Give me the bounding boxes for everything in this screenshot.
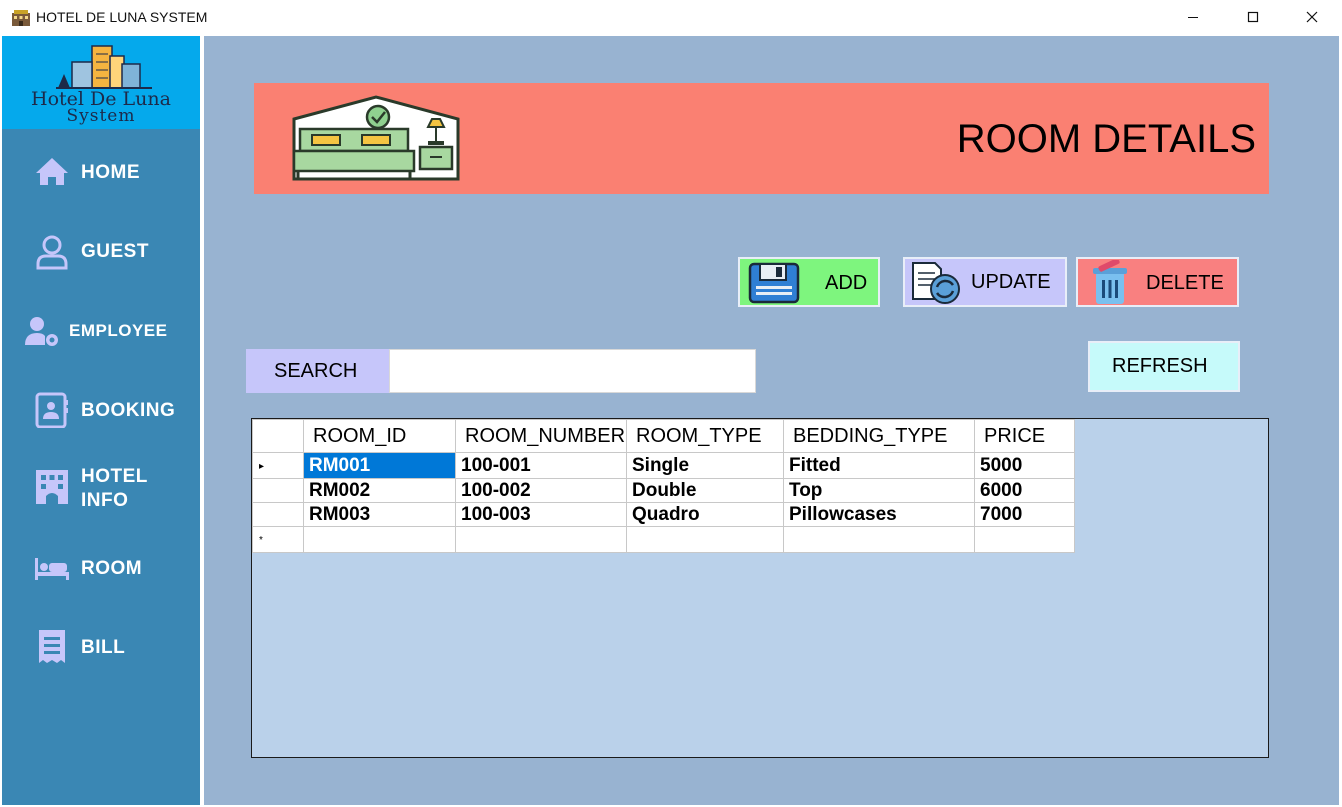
column-header[interactable]: BEDDING_TYPE — [783, 419, 975, 453]
row-header[interactable] — [252, 478, 304, 503]
app-window: HOTEL DE LUNA SYSTEM Hotel De Luna Syste… — [0, 0, 1342, 807]
table-row[interactable]: ▸ RM001 100-001 Single Fitted 5000 — [252, 452, 1075, 479]
hotel-app-icon — [12, 10, 30, 26]
column-header[interactable]: ROOM_TYPE — [626, 419, 784, 453]
refresh-button-label: REFRESH — [1112, 355, 1208, 377]
refresh-button[interactable]: REFRESH — [1088, 341, 1240, 392]
sidebar-item-label: GUEST — [81, 241, 149, 262]
minimize-button[interactable] — [1170, 0, 1216, 34]
main-content: ROOM DETAILS ADD UPDATE DELETE SEARCH RE… — [204, 36, 1339, 805]
sidebar-item-home[interactable]: HOME — [2, 143, 200, 203]
sidebar-item-bill[interactable]: BILL — [2, 616, 200, 676]
title-bar: HOTEL DE LUNA SYSTEM — [0, 0, 1342, 36]
hotel-room-icon — [292, 95, 460, 181]
sidebar-item-room[interactable]: ROOM — [2, 538, 200, 598]
home-icon — [36, 158, 68, 185]
delete-button[interactable]: DELETE — [1076, 257, 1239, 307]
sidebar: Hotel De Luna System HOME GUEST EMPLOYEE… — [2, 36, 200, 805]
row-header[interactable]: * — [252, 526, 304, 553]
maximize-button[interactable] — [1230, 0, 1276, 34]
table-cell[interactable] — [783, 526, 975, 553]
row-header-corner — [252, 419, 304, 453]
table-cell[interactable]: 6000 — [974, 478, 1075, 503]
table-cell[interactable]: 100-001 — [455, 452, 627, 479]
table-row[interactable]: RM003 100-003 Quadro Pillowcases 7000 — [252, 502, 1075, 527]
table-cell[interactable] — [974, 526, 1075, 553]
column-header[interactable]: ROOM_NUMBER — [455, 419, 627, 453]
receipt-icon — [39, 630, 65, 663]
table-cell[interactable] — [303, 526, 456, 553]
minimize-icon — [1188, 17, 1198, 18]
sidebar-item-label-line2: INFO — [81, 490, 129, 511]
search-label: SEARCH — [246, 349, 389, 393]
table-cell[interactable]: Double — [626, 478, 784, 503]
table-cell[interactable] — [626, 526, 784, 553]
delete-button-label: DELETE — [1146, 272, 1224, 294]
table-cell[interactable]: RM003 — [303, 502, 456, 527]
trash-can-icon — [1093, 260, 1127, 304]
sidebar-item-label: EMPLOYEE — [69, 321, 168, 340]
document-refresh-icon — [912, 262, 960, 304]
logo-subtitle: System — [66, 106, 136, 126]
logo: Hotel De Luna System — [2, 36, 200, 129]
update-button-label: UPDATE — [971, 271, 1051, 293]
table-cell[interactable]: Single — [626, 452, 784, 479]
table-header-row: ROOM_ID ROOM_NUMBER ROOM_TYPE BEDDING_TY… — [252, 419, 1075, 453]
room-table: ROOM_ID ROOM_NUMBER ROOM_TYPE BEDDING_TY… — [252, 419, 1075, 553]
sidebar-item-booking[interactable]: BOOKING — [2, 380, 200, 440]
sidebar-item-label: BOOKING — [81, 400, 176, 421]
page-title: ROOM DETAILS — [956, 117, 1256, 161]
table-cell[interactable] — [455, 526, 627, 553]
close-icon — [1306, 11, 1318, 23]
row-header[interactable]: ▸ — [252, 452, 304, 479]
table-row[interactable]: RM002 100-002 Double Top 6000 — [252, 478, 1075, 503]
new-row-marker: * — [259, 535, 263, 546]
bed-icon — [35, 558, 69, 580]
add-button-label: ADD — [825, 272, 868, 294]
sidebar-item-guest[interactable]: GUEST — [2, 222, 200, 282]
new-row[interactable]: * — [252, 526, 1075, 553]
row-header[interactable] — [252, 502, 304, 527]
table-cell[interactable]: RM002 — [303, 478, 456, 503]
add-button[interactable]: ADD — [738, 257, 880, 307]
room-data-grid[interactable]: ROOM_ID ROOM_NUMBER ROOM_TYPE BEDDING_TY… — [251, 418, 1269, 758]
table-cell[interactable]: Quadro — [626, 502, 784, 527]
table-cell[interactable]: 100-002 — [455, 478, 627, 503]
user-icon — [36, 235, 68, 270]
user-gear-icon — [25, 317, 58, 346]
close-button[interactable] — [1289, 0, 1335, 34]
table-cell[interactable]: 5000 — [974, 452, 1075, 479]
sidebar-item-label: HOME — [81, 162, 140, 183]
contact-book-icon — [35, 392, 68, 428]
sidebar-item-label: HOTEL — [81, 466, 148, 487]
search-label-text: SEARCH — [274, 360, 358, 382]
maximize-icon — [1247, 11, 1259, 23]
sidebar-item-label: ROOM — [81, 558, 143, 579]
hotel-building-icon — [36, 470, 68, 504]
table-cell[interactable]: 7000 — [974, 502, 1075, 527]
current-row-arrow-icon: ▸ — [259, 461, 265, 472]
header-banner: ROOM DETAILS — [254, 83, 1269, 194]
update-button[interactable]: UPDATE — [903, 257, 1067, 307]
sidebar-item-employee[interactable]: EMPLOYEE — [2, 301, 200, 361]
sidebar-item-label: BILL — [81, 637, 126, 658]
window-title: HOTEL DE LUNA SYSTEM — [36, 9, 208, 25]
floppy-disk-icon — [748, 262, 800, 304]
table-cell[interactable]: Top — [783, 478, 975, 503]
hotel-logo-icon — [56, 45, 152, 89]
sidebar-item-hotel-info[interactable]: HOTEL INFO — [2, 459, 200, 529]
table-cell[interactable]: 100-003 — [455, 502, 627, 527]
table-cell[interactable]: Pillowcases — [783, 502, 975, 527]
column-header[interactable]: ROOM_ID — [303, 419, 456, 453]
table-cell[interactable]: RM001 — [303, 452, 456, 479]
table-cell[interactable]: Fitted — [783, 452, 975, 479]
column-header[interactable]: PRICE — [974, 419, 1075, 453]
search-input[interactable] — [389, 349, 756, 393]
